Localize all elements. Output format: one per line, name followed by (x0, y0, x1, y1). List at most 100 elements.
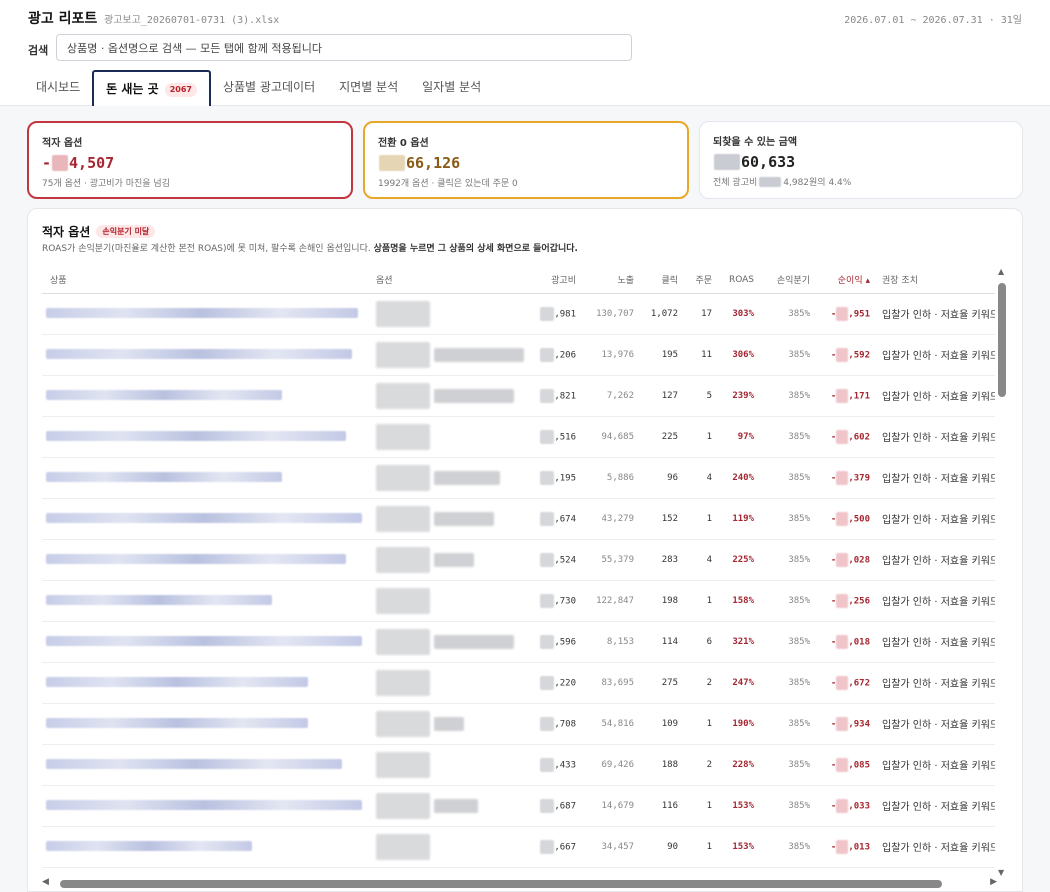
net-profit-cell: - ,033 (814, 785, 874, 827)
product-cell[interactable] (42, 580, 372, 622)
tab-money-leak[interactable]: 돈 새는 곳 2067 (92, 70, 211, 106)
sub-prefix: 전체 광고비 (713, 178, 758, 188)
product-cell[interactable] (42, 334, 372, 376)
card-subtext: 전체 광고비 4,982원의 4.4% (713, 175, 1009, 188)
option-cell (372, 703, 532, 745)
table-row[interactable]: ,220 83,695 275 2 247% 385% - ,672 입찰가 인하 · 저효율 … (42, 662, 995, 704)
impressions-cell: 7,262 (580, 375, 638, 417)
net-profit-value: ,672 (848, 678, 870, 688)
product-cell[interactable] (42, 703, 372, 745)
scroll-right-icon[interactable]: ▶ (990, 877, 997, 887)
table-row[interactable]: ,206 13,976 195 11 306% 385% - ,592 입찰가 인하 · 저효율… (42, 334, 995, 376)
redacted-product-name[interactable] (46, 349, 352, 360)
roas-cell: 321% (716, 621, 758, 663)
col-header-roas[interactable]: ROAS (716, 267, 758, 294)
product-cell[interactable] (42, 826, 372, 868)
col-header-clicks[interactable]: 클릭 (638, 267, 682, 294)
col-header-ad-spend[interactable]: 광고비 (532, 267, 580, 294)
tab-product-ad-data[interactable]: 상품별 광고데이터 (211, 70, 327, 106)
redacted-product-name[interactable] (46, 554, 346, 565)
table-row[interactable]: ,730 122,847 198 1 158% 385% - ,256 입찰가 인하 · 저효율… (42, 580, 995, 622)
clicks-cell: 1,072 (638, 293, 682, 335)
net-profit-cell: - ,018 (814, 621, 874, 663)
redacted-digits (836, 675, 849, 690)
scroll-down-icon[interactable]: ▼ (998, 868, 1004, 877)
recoverable-amount-card[interactable]: 되찾을 수 있는 금액 60,633 전체 광고비 4,982원의 4.4% (699, 121, 1023, 199)
table-row[interactable]: ,981 130,707 1,072 17 303% 385% - ,951 입찰가 인하 · … (42, 293, 995, 335)
redacted-digits (836, 552, 849, 567)
redacted-product-name[interactable] (46, 841, 252, 852)
impressions-cell: 13,976 (580, 334, 638, 376)
zero-conversion-card[interactable]: 전환 0 옵션 66,126 1992개 옵션 · 클릭은 있는데 주문 0 (363, 121, 689, 199)
ad-spend-cell: ,674 (532, 498, 580, 540)
net-profit-value: ,951 (848, 309, 870, 319)
action-cell: 입찰가 인하 · 저효율 키워드 (874, 539, 995, 581)
col-header-breakeven[interactable]: 손익분기 (758, 267, 814, 294)
option-cell (372, 539, 532, 581)
product-cell[interactable] (42, 744, 372, 786)
product-cell[interactable] (42, 662, 372, 704)
table-row[interactable]: ,687 14,679 116 1 153% 385% - ,033 입찰가 인하 · 저효율 … (42, 785, 995, 827)
tab-placement-analysis[interactable]: 지면별 분석 (327, 70, 410, 106)
product-cell[interactable] (42, 498, 372, 540)
table-row[interactable]: ,821 7,262 127 5 239% 385% - ,171 입찰가 인하 · 저효율 키… (42, 375, 995, 417)
table-row[interactable]: ,708 54,816 109 1 190% 385% - ,934 입찰가 인하 · 저효율 … (42, 703, 995, 745)
deficit-options-card[interactable]: 적자 옵션 - 4,507 75개 옵션 · 광고비가 마진을 넘김 (27, 121, 353, 199)
net-profit-value: ,500 (848, 514, 870, 524)
table-row[interactable]: ,516 94,685 225 1 97% 385% - ,602 입찰가 인하 · 저효율 키… (42, 416, 995, 458)
scroll-up-icon[interactable]: ▲ (998, 267, 1004, 276)
table-row[interactable]: ,524 55,379 283 4 225% 385% - ,028 입찰가 인하 · 저효율 … (42, 539, 995, 581)
redacted-digits (540, 306, 555, 321)
breakeven-cell: 385% (758, 498, 814, 540)
vertical-scroll-thumb[interactable] (998, 283, 1006, 397)
redacted-product-name[interactable] (46, 472, 282, 483)
redacted-product-name[interactable] (46, 800, 362, 811)
redacted-product-name[interactable] (46, 431, 346, 442)
product-cell[interactable] (42, 785, 372, 827)
clicks-cell: 198 (638, 580, 682, 622)
redacted-product-name[interactable] (46, 595, 272, 606)
value-digits: 66,126 (406, 154, 461, 172)
redacted-digits (836, 388, 849, 403)
table-row[interactable]: ,596 8,153 114 6 321% 385% - ,018 입찰가 인하 · 저효율 키… (42, 621, 995, 663)
horizontal-scrollbar[interactable]: ◀ ▶ (42, 877, 997, 891)
table-row[interactable]: ,674 43,279 152 1 119% 385% - ,500 입찰가 인하 · 저효율 … (42, 498, 995, 540)
redacted-product-name[interactable] (46, 636, 362, 647)
redacted-product-name[interactable] (46, 390, 282, 401)
table-row[interactable]: ,667 34,457 90 1 153% 385% - ,013 입찰가 인하 · 저효율 키… (42, 826, 995, 868)
value-digits: 60,633 (741, 153, 796, 171)
ad-spend-value: ,981 (554, 309, 576, 319)
product-cell[interactable] (42, 539, 372, 581)
table-row[interactable]: ,195 5,886 96 4 240% 385% - ,379 입찰가 인하 · 저효율 키워… (42, 457, 995, 499)
redacted-product-name[interactable] (46, 759, 342, 770)
redacted-product-name[interactable] (46, 718, 308, 729)
product-cell[interactable] (42, 457, 372, 499)
net-profit-value: ,379 (848, 473, 870, 483)
product-cell[interactable] (42, 621, 372, 663)
ad-spend-value: ,667 (554, 842, 576, 852)
col-header-option[interactable]: 옵션 (372, 267, 532, 294)
col-header-orders[interactable]: 주문 (682, 267, 716, 294)
redacted-digits (540, 388, 555, 403)
tab-dashboard[interactable]: 대시보드 (24, 70, 92, 106)
product-cell[interactable] (42, 375, 372, 417)
redacted-product-name[interactable] (46, 513, 362, 524)
vertical-scrollbar[interactable]: ▲ ▼ (998, 267, 1006, 877)
col-header-impressions[interactable]: 노출 (580, 267, 638, 294)
product-cell[interactable] (42, 416, 372, 458)
scroll-left-icon[interactable]: ◀ (42, 877, 49, 887)
product-cell[interactable] (42, 293, 372, 335)
tab-daily-analysis[interactable]: 일자별 분석 (410, 70, 493, 106)
redacted-product-name[interactable] (46, 308, 358, 319)
redacted-product-name[interactable] (46, 677, 308, 688)
col-header-product[interactable]: 상품 (42, 267, 372, 294)
search-input[interactable] (56, 34, 632, 61)
col-header-action[interactable]: 권장 조치 (874, 267, 995, 294)
redacted-option-name (434, 470, 500, 485)
net-profit-value: ,018 (848, 637, 870, 647)
table-row[interactable]: ,433 69,426 188 2 228% 385% - ,085 입찰가 인하 · 저효율 … (42, 744, 995, 786)
tab-bar: 대시보드 돈 새는 곳 2067 상품별 광고데이터 지면별 분석 일자별 분석 (24, 70, 493, 106)
breakeven-cell: 385% (758, 580, 814, 622)
horizontal-scroll-thumb[interactable] (60, 880, 942, 888)
col-header-net-profit[interactable]: 순이익 ▴ (814, 267, 874, 294)
